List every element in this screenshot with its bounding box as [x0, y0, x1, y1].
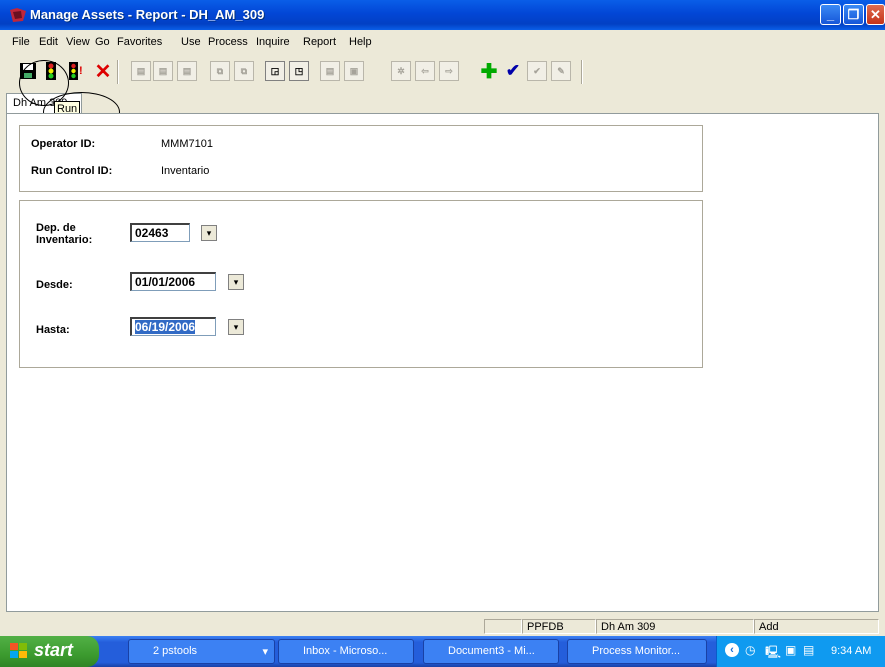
dep-inventario-field[interactable]: 02463	[130, 223, 190, 242]
dep-inventario-lookup-icon[interactable]: ▾	[201, 225, 217, 241]
status-database: PPFDB	[522, 619, 596, 634]
operator-id-value: MMM7101	[161, 138, 213, 150]
menu-help[interactable]: Help	[349, 36, 372, 48]
status-panel-name: Dh Am 309	[596, 619, 754, 634]
toolbar-separator	[581, 60, 583, 84]
forward-arrow-icon: ⇨	[439, 61, 459, 81]
app-icon	[10, 8, 26, 22]
chevron-down-icon: ▾	[262, 646, 268, 658]
run-control-id-label: Run Control ID:	[31, 165, 113, 177]
tray-display-icon[interactable]: ▤	[803, 643, 814, 657]
minimize-button[interactable]: _	[820, 4, 841, 25]
paste-icon: ⧉	[234, 61, 254, 81]
status-empty-pane	[484, 619, 522, 634]
update-display-icon[interactable]: ✔	[503, 61, 523, 81]
menu-use[interactable]: Use	[181, 36, 201, 48]
menu-edit[interactable]: Edit	[39, 36, 58, 48]
desde-lookup-icon[interactable]: ▾	[228, 274, 244, 290]
toolbar: ! ✕ ▤ ▤ ▤ ⧉ ⧉ ◲ ◳ ▤ ▣ ✲ ⇦ ⇨ ✚ ✔ ✔ ✎	[0, 55, 885, 89]
desde-label: Desde:	[36, 279, 73, 291]
back-arrow-icon: ⇦	[415, 61, 435, 81]
insert-row-icon: ▤	[131, 61, 151, 81]
desde-field[interactable]: 01/01/2006	[130, 272, 216, 291]
taskbar: start 2 pstools ▾ Inbox - Microso... Doc…	[0, 636, 885, 667]
tab-bar: Dh Am 309	[0, 89, 885, 113]
run-control-id-value: Inventario	[161, 165, 210, 177]
gear-icon: ✲	[391, 61, 411, 81]
next-panel-icon[interactable]: ◲	[265, 61, 285, 81]
list-icon: ▤	[177, 61, 197, 81]
add-icon[interactable]: ✚	[479, 61, 499, 83]
dep-inventario-label-line1: Dep. de	[36, 222, 76, 234]
menu-view[interactable]: View	[66, 36, 90, 48]
tray-expand-icon[interactable]: ‹	[725, 643, 739, 657]
next-in-list-icon: ▤	[320, 61, 340, 81]
dep-inventario-label-line2: Inventario:	[36, 234, 93, 246]
prev-in-list-icon: ▣	[344, 61, 364, 81]
toolbar-separator	[117, 60, 119, 84]
delete-row-icon: ▤	[153, 61, 173, 81]
start-label: start	[34, 640, 74, 660]
parameters-panel: Dep. de Inventario: 02463 ▾ Desde: 01/01…	[19, 200, 703, 368]
status-mode: Add	[754, 619, 879, 634]
cancel-icon[interactable]: ✕	[93, 61, 113, 83]
system-tray: ‹ ◷ 🖳 ▣ ▤ 9:34 AM	[716, 636, 885, 667]
taskbar-item-inbox[interactable]: Inbox - Microso...	[278, 639, 414, 664]
menu-bar: File Edit View Go Favorites Use Process …	[0, 33, 885, 53]
tray-monitor-icon[interactable]: ▣	[785, 643, 796, 657]
status-bar: PPFDB Dh Am 309 Add	[0, 617, 885, 635]
window-title: Manage Assets - Report - DH_AM_309	[30, 7, 265, 22]
menu-report[interactable]: Report	[303, 36, 336, 48]
header-panel: Operator ID: MMM7101 Run Control ID: Inv…	[19, 125, 703, 192]
hasta-label: Hasta:	[36, 324, 70, 336]
main-panel: Operator ID: MMM7101 Run Control ID: Inv…	[6, 113, 879, 612]
title-bar: Manage Assets - Report - DH_AM_309 _ ❐ ✕	[0, 0, 885, 30]
taskbar-item-pstools[interactable]: 2 pstools ▾	[128, 639, 275, 664]
svg-text:!: !	[79, 65, 83, 77]
tray-network-icon[interactable]: 🖳	[765, 643, 781, 664]
tray-clock[interactable]: 9:34 AM	[831, 645, 871, 657]
correction-icon: ✎	[551, 61, 571, 81]
menu-file[interactable]: File	[12, 36, 30, 48]
restore-button[interactable]: ❐	[843, 4, 864, 25]
hasta-lookup-icon[interactable]: ▾	[228, 319, 244, 335]
previous-panel-icon[interactable]: ◳	[289, 61, 309, 81]
tray-clock-app-icon[interactable]: ◷	[745, 643, 755, 657]
taskbar-item-process-monitor[interactable]: Process Monitor...	[567, 639, 707, 664]
menu-process[interactable]: Process	[208, 36, 248, 48]
copy-icon: ⧉	[210, 61, 230, 81]
hasta-field[interactable]: 06/19/2006	[130, 317, 216, 336]
taskbar-item-document3[interactable]: Document3 - Mi...	[423, 639, 559, 664]
run-process-icon[interactable]: !	[67, 61, 87, 81]
operator-id-label: Operator ID:	[31, 138, 96, 150]
windows-logo-icon	[10, 643, 27, 658]
update-display-all-icon: ✔	[527, 61, 547, 81]
close-button[interactable]: ✕	[866, 4, 885, 25]
start-button[interactable]: start	[0, 636, 99, 667]
menu-go[interactable]: Go	[95, 36, 110, 48]
menu-favorites[interactable]: Favorites	[117, 36, 162, 48]
menu-inquire[interactable]: Inquire	[256, 36, 290, 48]
